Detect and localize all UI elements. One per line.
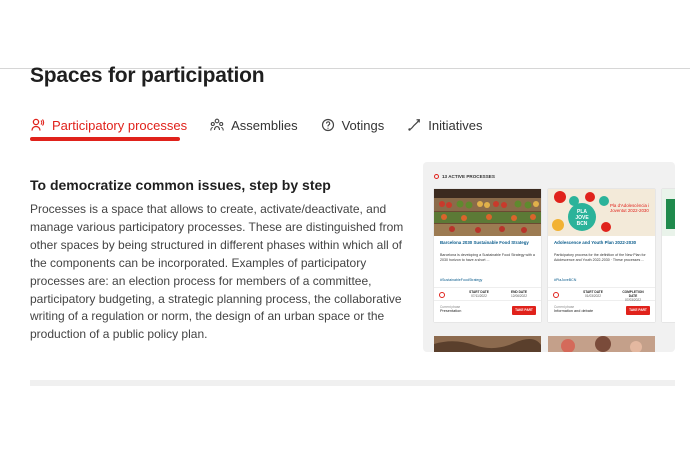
card-image-strip [434, 336, 541, 352]
initiatives-icon [406, 117, 422, 133]
tab-votings[interactable]: Votings [320, 113, 385, 137]
preview-header: 13 ACTIVE PROCESSES [434, 174, 495, 179]
assemblies-icon [209, 117, 225, 133]
process-card-partial [662, 189, 675, 322]
start-date: START DATE 07/11/2022 [469, 290, 489, 298]
tab-participatory-processes[interactable]: Participatory processes [30, 113, 187, 137]
participants-icon [30, 117, 46, 133]
process-dates: START DATE 01/03/2022 COMPLETION DATE 07/0… [548, 287, 655, 302]
section-description: Processes is a space that allows to crea… [30, 202, 404, 342]
tab-initiatives[interactable]: Initiatives [406, 113, 482, 137]
poster-text: BCN [577, 221, 588, 227]
process-summary: Participatory process for the definition… [554, 253, 646, 262]
current-phase: Current phase Information and debate [554, 305, 594, 313]
poster-caption: Pla d'Adolescència i Joventut 2022-2030 [610, 203, 650, 214]
process-hashtag: #PlaJoveBCN [554, 278, 577, 282]
market-stall-photo [434, 189, 541, 236]
start-date: START DATE 01/03/2022 [583, 290, 603, 298]
section-footer-divider [30, 380, 675, 386]
tab-label: Assemblies [231, 117, 298, 133]
end-date: END DATE 12/06/2022 [510, 290, 528, 298]
process-title: Adolescence and Youth Plan 2022-2030 [554, 240, 637, 245]
process-summary: Barcelona is developing a Sustainable Fo… [440, 253, 535, 262]
process-title: Barcelona 2030 Sustainable Food Strategy [440, 240, 529, 245]
calendar-icon [439, 292, 445, 298]
page-title: Spaces for participation [30, 64, 265, 87]
youth-plan-poster: PLA JOVE BCN Pla d'Adolescència i Jovent… [548, 189, 655, 236]
process-card: Barcelona 2030 Sustainable Food Strategy… [434, 189, 541, 322]
process-card: PLA JOVE BCN Pla d'Adolescència i Jovent… [548, 189, 655, 322]
tab-label: Initiatives [428, 117, 483, 133]
tab-label: Participatory processes [52, 117, 188, 133]
calendar-icon [553, 292, 559, 298]
active-tab-indicator [30, 137, 180, 141]
current-phase: Current phase Presentation [440, 305, 462, 313]
process-hashtag: #SustainableFoodStrategy [440, 278, 483, 282]
card-image-strip [548, 336, 655, 352]
end-date: COMPLETION DATE 07/03/2022 [622, 290, 644, 302]
processes-preview-image: 13 ACTIVE PROCESSES Barcelona 2030 Susta… [423, 162, 675, 352]
section-subtitle: To democratize common issues, step by st… [30, 177, 331, 193]
tab-assemblies[interactable]: Assemblies [209, 113, 298, 137]
card-image [662, 189, 675, 236]
take-part-button: TAKE PART [626, 306, 650, 315]
take-part-button: TAKE PART [512, 306, 536, 315]
votings-icon [320, 117, 336, 133]
tab-label: Votings [341, 117, 385, 133]
process-dates: START DATE 07/11/2022 END DATE 12/06/2022 [434, 287, 541, 301]
processes-icon [434, 174, 439, 179]
